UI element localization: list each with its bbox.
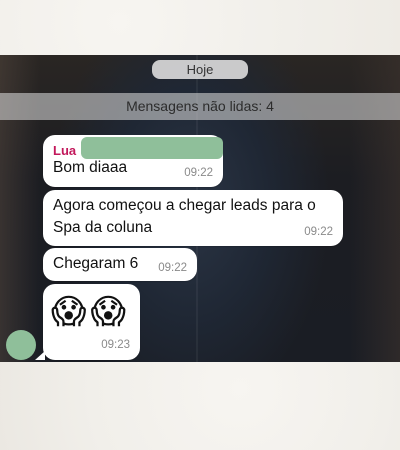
message-bubble[interactable]: Agora começou a chegar leads para o Spa … (43, 190, 343, 246)
message-text: Chegaram 6 (53, 255, 139, 272)
message-time: 09:22 (184, 167, 213, 179)
redacted-phone-number (81, 137, 223, 159)
message-time: 09:22 (158, 262, 187, 274)
unread-messages-banner: Mensagens não lidas: 4 (0, 93, 400, 120)
bubble-tail (35, 351, 45, 360)
message-time: 09:22 (304, 226, 333, 238)
sender-name[interactable]: Lua (53, 143, 76, 158)
paper-background-bottom (0, 362, 400, 450)
message-text: Bom diaaa (53, 159, 128, 176)
sender-avatar[interactable] (6, 330, 36, 360)
message-time: 09:23 (101, 339, 130, 351)
paper-background-top (0, 0, 400, 55)
chat-view[interactable]: Hoje Mensagens não lidas: 4 Lua Bom diaa… (0, 55, 400, 362)
emoji-message: 😱😱 (51, 292, 130, 332)
date-separator: Hoje (152, 60, 248, 79)
screaming-face-emoji: 😱 (51, 293, 91, 331)
message-bubble[interactable]: Lua Bom diaaa 09:22 (43, 135, 223, 187)
message-bubble[interactable]: 😱😱 09:23 (43, 284, 140, 360)
message-bubble[interactable]: Chegaram 6 09:22 (43, 248, 197, 281)
message-text: Agora começou a chegar leads para o Spa … (53, 197, 316, 236)
screaming-face-emoji: 😱 (90, 293, 130, 331)
